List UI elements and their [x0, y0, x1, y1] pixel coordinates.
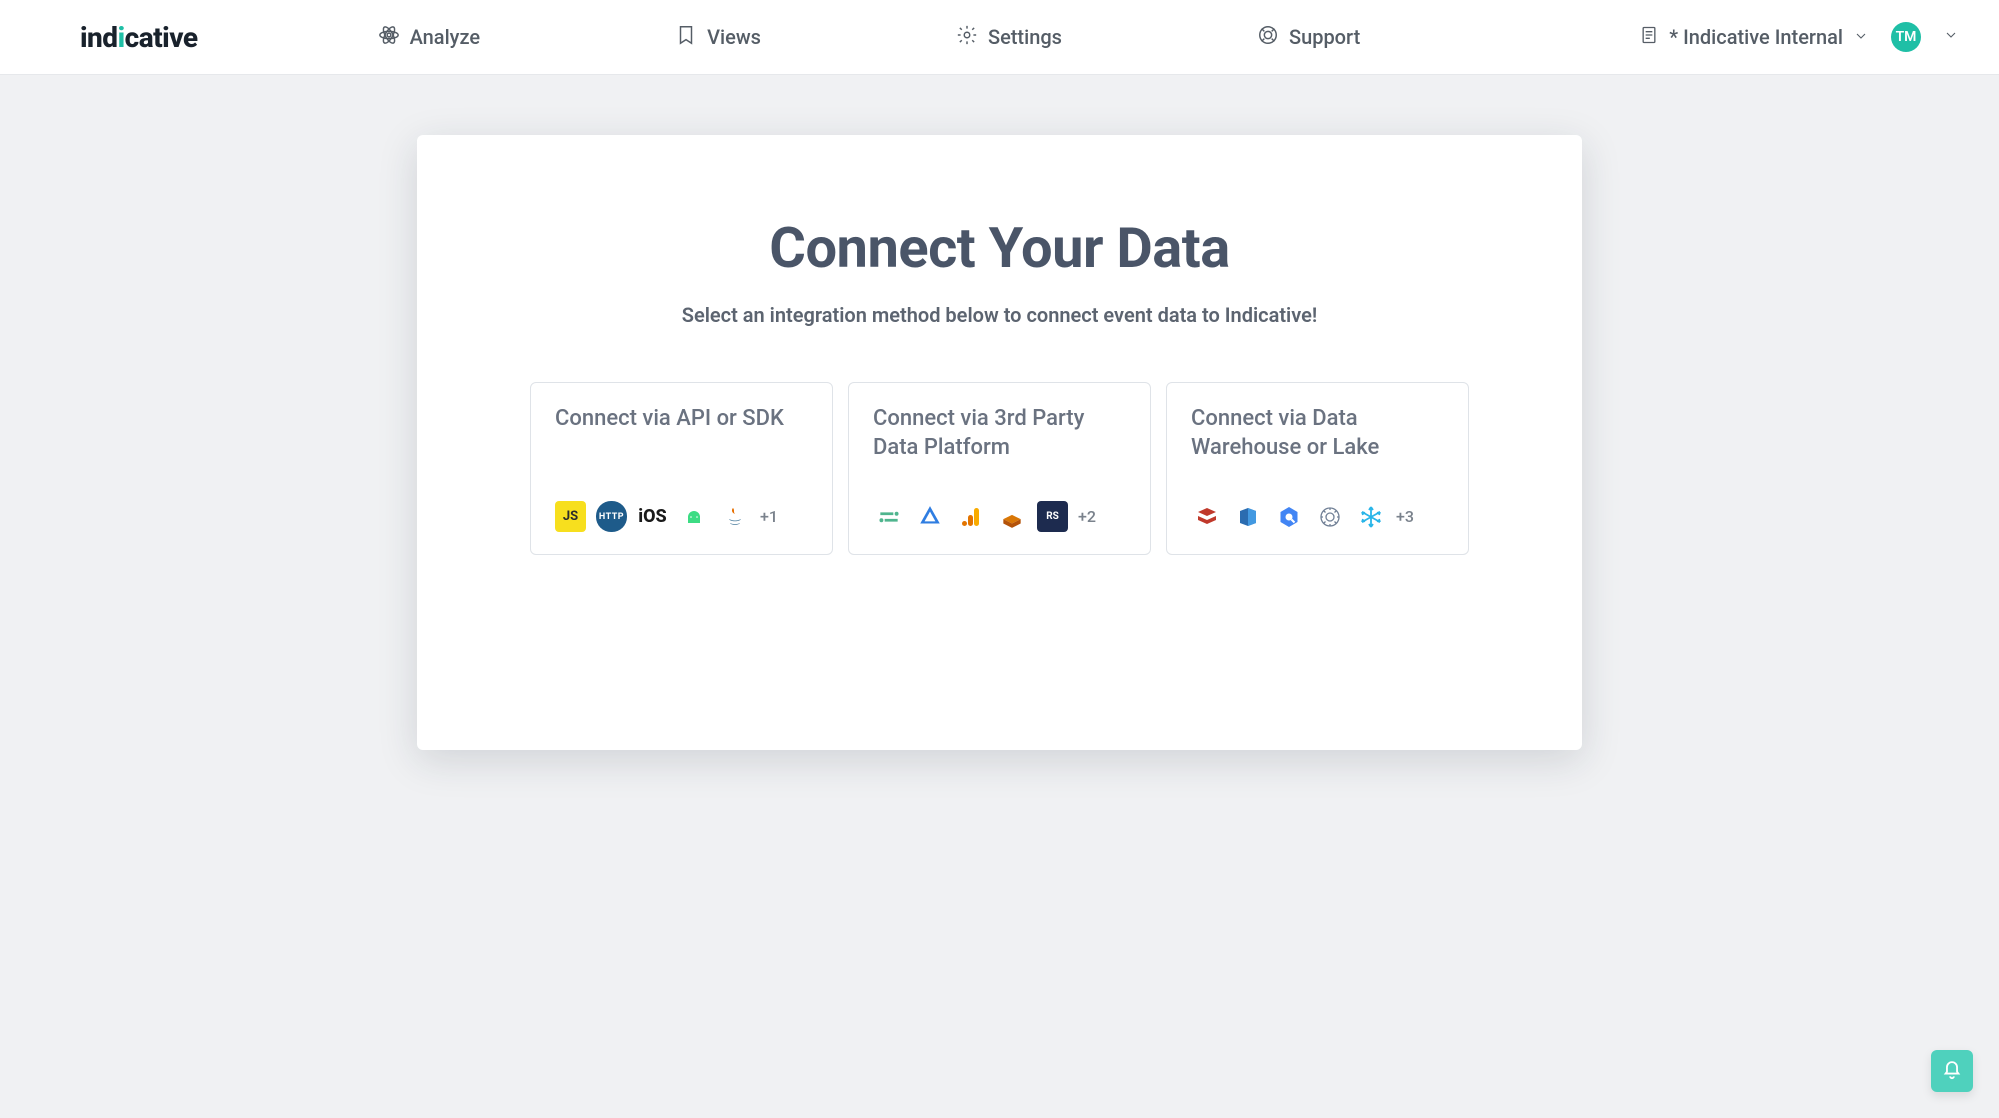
- brand-prefix: ind: [80, 21, 118, 54]
- javascript-icon: JS: [555, 501, 586, 532]
- connect-card: Connect Your Data Select an integration …: [417, 135, 1582, 750]
- http-icon: HTTP: [596, 501, 627, 532]
- bell-icon: [1941, 1058, 1963, 1084]
- project-picker-label: * Indicative Internal: [1669, 25, 1843, 49]
- option-api-sdk[interactable]: Connect via API or SDK JS HTTP iOS +1: [530, 382, 833, 555]
- brand-suffix: cative: [125, 21, 198, 54]
- option-title: Connect via 3rd Party Data Platform: [873, 405, 1126, 462]
- option-3rd-party[interactable]: Connect via 3rd Party Data Platform RS: [848, 382, 1151, 555]
- nav-settings-label: Settings: [988, 25, 1062, 49]
- bigquery-icon: [1273, 501, 1304, 532]
- gear-icon: [956, 24, 978, 51]
- java-icon: [719, 501, 750, 532]
- android-icon: [678, 501, 709, 532]
- primary-nav: Analyze Views Settings Support: [378, 24, 1640, 51]
- brand-dot: i: [118, 21, 125, 54]
- more-count: +2: [1078, 507, 1096, 526]
- option-title: Connect via API or SDK: [555, 405, 808, 434]
- nav-views-label: Views: [707, 25, 761, 49]
- rudderstack-icon: RS: [1037, 501, 1068, 532]
- snowflake-icon: [1355, 501, 1386, 532]
- option-warehouse[interactable]: Connect via Data Warehouse or Lake: [1166, 382, 1469, 555]
- nav-settings[interactable]: Settings: [956, 24, 1062, 51]
- option-icons: RS +2: [873, 501, 1126, 532]
- google-analytics-icon: [955, 501, 986, 532]
- athena-icon: [1314, 501, 1345, 532]
- chevron-down-icon[interactable]: [1943, 27, 1959, 47]
- integration-options: Connect via API or SDK JS HTTP iOS +1 Co…: [477, 382, 1522, 555]
- avatar[interactable]: TM: [1891, 22, 1921, 52]
- help-fab[interactable]: [1931, 1050, 1973, 1092]
- databricks-icon: [1191, 501, 1222, 532]
- avatar-initials: TM: [1896, 29, 1917, 45]
- nav-analyze[interactable]: Analyze: [378, 24, 481, 51]
- more-count: +3: [1396, 507, 1414, 526]
- aws-icon: [996, 501, 1027, 532]
- page-subtitle: Select an integration method below to co…: [477, 303, 1522, 327]
- atom-icon: [378, 24, 400, 51]
- mparticle-icon: [914, 501, 945, 532]
- nav-analyze-label: Analyze: [410, 25, 481, 49]
- chevron-down-icon: [1853, 25, 1869, 49]
- option-title: Connect via Data Warehouse or Lake: [1191, 405, 1444, 462]
- nav-support[interactable]: Support: [1257, 24, 1360, 51]
- topbar-right: * Indicative Internal TM: [1639, 22, 1959, 52]
- redshift-icon: [1232, 501, 1263, 532]
- more-count: +1: [760, 507, 778, 526]
- option-icons: +3: [1191, 501, 1444, 532]
- ios-icon: iOS: [637, 501, 668, 532]
- option-icons: JS HTTP iOS +1: [555, 501, 808, 532]
- document-icon: [1639, 25, 1659, 50]
- nav-support-label: Support: [1289, 25, 1360, 49]
- nav-views[interactable]: Views: [675, 24, 761, 51]
- lifebuoy-icon: [1257, 24, 1279, 51]
- brand-logo[interactable]: indicative: [80, 21, 198, 54]
- page-title: Connect Your Data: [477, 215, 1522, 281]
- main-stage: Connect Your Data Select an integration …: [0, 75, 1999, 750]
- project-picker[interactable]: * Indicative Internal: [1639, 25, 1869, 50]
- segment-icon: [873, 501, 904, 532]
- bookmark-icon: [675, 24, 697, 51]
- topbar: indicative Analyze Views Settings Suppor…: [0, 0, 1999, 75]
